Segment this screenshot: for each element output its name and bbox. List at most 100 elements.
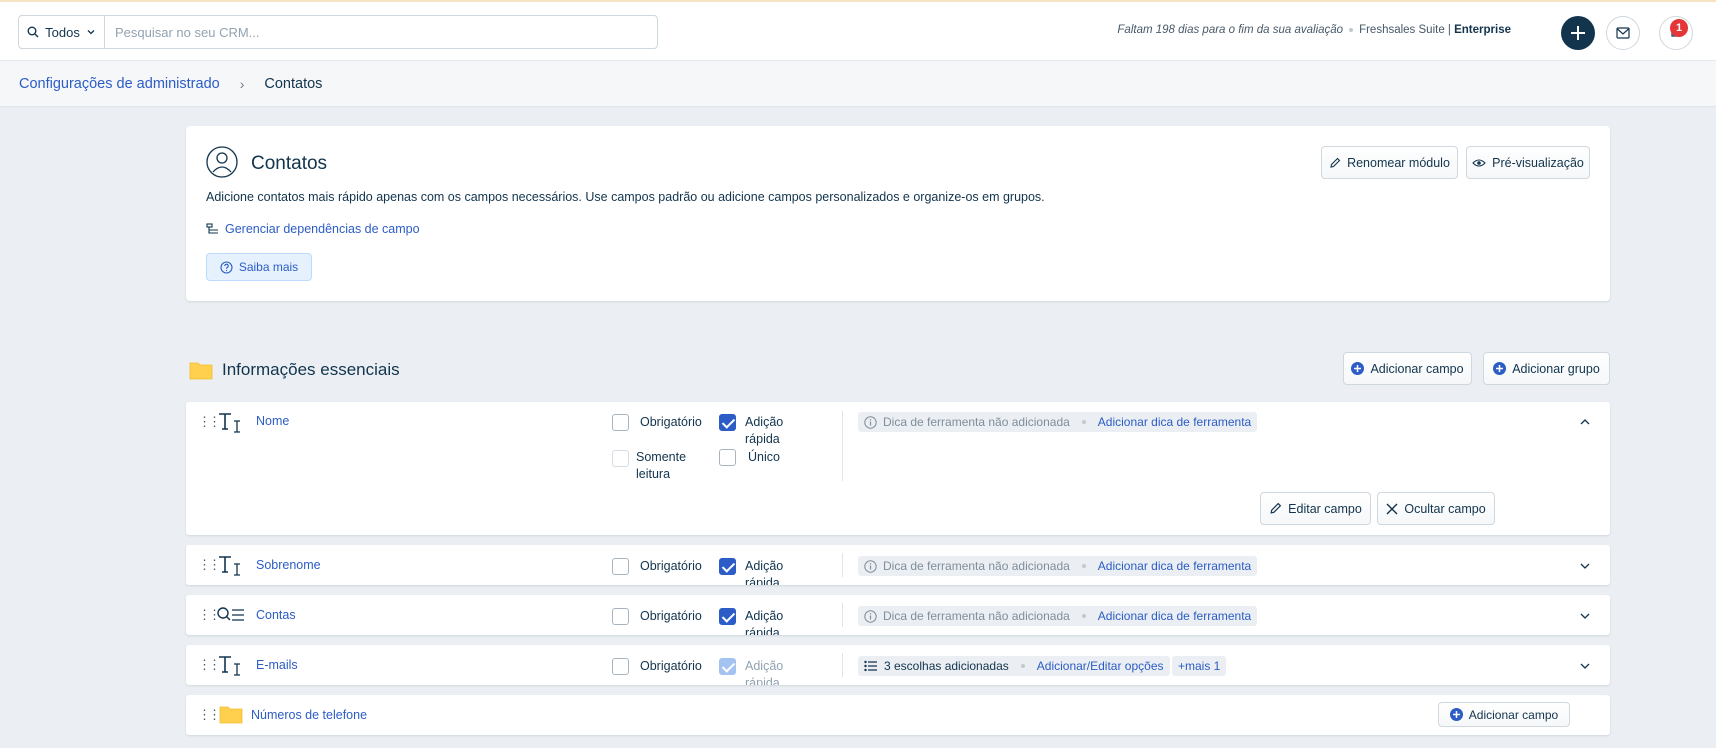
info-icon: [864, 559, 877, 573]
plus-circle-icon: [1493, 362, 1507, 375]
lookup-field-icon: [217, 607, 244, 621]
learn-more-label: Saiba mais: [238, 260, 299, 274]
add-tooltip-link[interactable]: Adicionar dica de ferramenta: [1098, 609, 1251, 623]
top-bar: Todos Faltam 198 dias para o fim da sua …: [0, 0, 1716, 61]
search-scope-dropdown[interactable]: Todos: [19, 16, 105, 48]
hide-field-label: Ocultar campo: [1404, 501, 1486, 516]
subgroup-row-phone-numbers[interactable]: ⋮⋮ Números de telefone Adicionar campo: [186, 695, 1610, 735]
tooltip-status: Dica de ferramenta não adicionada Adicio…: [858, 412, 1258, 432]
field-group-title: Informações essenciais: [222, 360, 400, 379]
drag-handle-icon[interactable]: ⋮⋮: [198, 557, 221, 573]
search-icon: [27, 26, 39, 38]
notification-badge: 1: [1670, 19, 1688, 37]
subgroup-name[interactable]: Números de telefone: [251, 708, 367, 722]
close-icon: [1386, 503, 1398, 514]
field-group-header: Informações essenciais Adicionar campo A…: [186, 352, 1610, 388]
drag-handle-icon[interactable]: ⋮⋮: [198, 414, 221, 430]
learn-more-button[interactable]: Saiba mais: [206, 253, 312, 281]
pencil-icon: [1330, 157, 1341, 168]
add-tooltip-link[interactable]: Adicionar dica de ferramenta: [1098, 559, 1251, 573]
plus-icon: [1571, 26, 1585, 40]
field-row-emails[interactable]: ⋮⋮ E-mails Obrigatório Adição rápida 3 e…: [186, 645, 1610, 685]
tooltip-none-label: Dica de ferramenta não adicionada: [883, 559, 1070, 573]
required-label: Obrigatório: [640, 415, 702, 429]
add-tooltip-link[interactable]: Adicionar dica de ferramenta: [1098, 415, 1251, 429]
read-only-label-2: leitura: [636, 467, 671, 481]
search-scope-label: Todos: [45, 24, 80, 40]
quick-add-label-2: rápida: [745, 432, 780, 446]
mail-button[interactable]: [1606, 16, 1640, 50]
trial-info: Faltam 198 dias para o fim da sua avalia…: [1117, 24, 1511, 36]
quick-add-checkbox[interactable]: [719, 558, 736, 575]
add-field-label: Adicionar campo: [1468, 707, 1559, 722]
unique-label: Único: [748, 450, 780, 464]
breadcrumb-current: Contatos: [264, 75, 323, 92]
read-only-checkbox[interactable]: [612, 450, 629, 467]
quick-add-label-2: rápida: [745, 676, 780, 685]
text-field-icon: [219, 556, 240, 576]
add-field-button[interactable]: Adicionar campo: [1438, 702, 1570, 727]
search-input[interactable]: [105, 16, 657, 48]
list-icon: [864, 660, 877, 672]
preview-button[interactable]: Pré-visualização: [1466, 146, 1590, 179]
mail-icon: [1616, 27, 1630, 39]
breadcrumb: Configurações de administrado › Contatos: [0, 61, 1716, 107]
field-row-nome[interactable]: ⋮⋮ Nome Obrigatório Adição rápida Soment…: [186, 402, 1610, 535]
info-icon: [864, 415, 877, 429]
chevron-down-icon[interactable]: [1578, 659, 1592, 673]
quick-add-checkbox[interactable]: [719, 608, 736, 625]
product-name: Freshsales Suite |: [1359, 24, 1451, 36]
required-checkbox[interactable]: [612, 414, 629, 431]
quick-add-label-2: rápida: [745, 576, 780, 585]
unique-checkbox[interactable]: [719, 449, 736, 466]
chevron-down-icon[interactable]: [1578, 609, 1592, 623]
add-group-button[interactable]: Adicionar grupo: [1483, 352, 1610, 385]
required-label: Obrigatório: [640, 659, 702, 673]
drag-handle-icon[interactable]: ⋮⋮: [198, 607, 221, 623]
field-name[interactable]: E-mails: [256, 658, 298, 672]
field-name[interactable]: Sobrenome: [256, 558, 321, 572]
preview-label: Pré-visualização: [1492, 155, 1584, 170]
required-checkbox[interactable]: [612, 608, 629, 625]
rename-module-label: Renomear módulo: [1347, 155, 1450, 170]
tooltip-status: Dica de ferramenta não adicionada Adicio…: [858, 556, 1258, 576]
tooltip-none-label: Dica de ferramenta não adicionada: [883, 415, 1070, 429]
dependencies-icon: [206, 223, 218, 234]
quick-add-checkbox[interactable]: [719, 414, 736, 431]
edit-options-link[interactable]: Adicionar/Editar opções: [1037, 659, 1164, 673]
divider: [842, 653, 843, 677]
required-label: Obrigatório: [640, 609, 702, 623]
field-row-sobrenome[interactable]: ⋮⋮ Sobrenome Obrigatório Adição rápida D…: [186, 545, 1610, 585]
chevron-up-icon[interactable]: [1578, 415, 1592, 429]
quick-create-button[interactable]: [1561, 16, 1595, 50]
add-field-button[interactable]: Adicionar campo: [1343, 352, 1472, 385]
breadcrumb-admin-settings[interactable]: Configurações de administrado: [19, 76, 220, 92]
edit-field-label: Editar campo: [1288, 501, 1362, 516]
manage-dependencies-link[interactable]: Gerenciar dependências de campo: [206, 222, 420, 236]
folder-icon: [189, 362, 213, 380]
field-row-contas[interactable]: ⋮⋮ Contas Obrigatório Adição rápida Dica…: [186, 595, 1610, 635]
info-icon: [864, 609, 877, 623]
add-group-label: Adicionar grupo: [1512, 361, 1600, 376]
required-checkbox[interactable]: [612, 558, 629, 575]
more-choices-chip[interactable]: +mais 1: [1172, 656, 1227, 676]
rename-module-button[interactable]: Renomear módulo: [1321, 146, 1458, 179]
edit-field-button[interactable]: Editar campo: [1260, 492, 1371, 525]
tooltip-none-label: Dica de ferramenta não adicionada: [883, 609, 1070, 623]
help-icon: [220, 260, 233, 274]
chevron-down-icon[interactable]: [1578, 559, 1592, 573]
separator-dot: [1020, 664, 1025, 668]
field-name[interactable]: Nome: [256, 414, 289, 428]
drag-handle-icon[interactable]: ⋮⋮: [198, 657, 221, 673]
field-name[interactable]: Contas: [256, 608, 296, 622]
hide-field-button[interactable]: Ocultar campo: [1377, 492, 1495, 525]
text-field-icon: [219, 413, 240, 433]
quick-add-label-2: rápida: [745, 626, 780, 635]
text-field-icon: [219, 656, 240, 676]
read-only-label: Somente: [636, 450, 687, 464]
required-checkbox[interactable]: [612, 658, 629, 675]
pencil-icon: [1270, 502, 1282, 514]
module-header-card: Contatos Adicione contatos mais rápido a…: [186, 126, 1610, 301]
add-field-label: Adicionar campo: [1370, 361, 1464, 376]
drag-handle-icon[interactable]: ⋮⋮: [198, 707, 221, 723]
